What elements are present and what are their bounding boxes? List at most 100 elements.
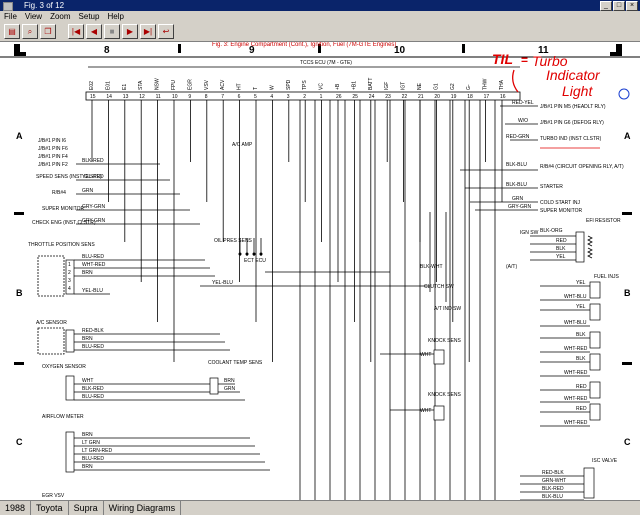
window-titlebar: Fig. 3 of 12 _ □ × — [0, 0, 640, 11]
wire-grn-3: GRN — [512, 196, 524, 202]
ecu-pin-number: 8 — [205, 94, 208, 100]
airflow-meter-label: AIRFLOW METER — [42, 414, 84, 420]
minimize-button[interactable]: _ — [600, 1, 612, 11]
wire-gry-grn-2: GRY-GRN — [82, 218, 105, 224]
wire-blk-2: BLK — [576, 332, 586, 338]
ecu-pin-names: E02 E01 E1 STA NSW FPU EGR VSV ACV HT T W SPD TPS VC +B… — [89, 78, 505, 90]
wire-wht-red-1: WHT-RED — [82, 262, 106, 268]
exit-icon[interactable]: ↩ — [158, 24, 174, 39]
ecu-pin-number: 4 — [270, 94, 273, 100]
ect-ecu-label: ECT ECU — [244, 258, 266, 264]
zoom-icon[interactable]: ⌕ — [22, 24, 38, 39]
ecu-pin-number: 23 — [385, 94, 391, 100]
ecu-pin-number: 13 — [123, 94, 129, 100]
wire-brn-5: BRN — [224, 378, 235, 384]
ecu-pin-name: E1 — [122, 84, 128, 90]
ecu-pin-name: NE — [417, 82, 423, 90]
jb1-pin-i6: J/B#1 PIN I6 — [38, 138, 66, 144]
ecu-pin-number: 24 — [369, 94, 375, 100]
menu-view[interactable]: View — [21, 11, 46, 22]
wire-blk-blu-1: BLK-BLU — [506, 162, 527, 168]
wire-blk-wht: BLK-WHT — [420, 264, 443, 270]
jb1-pin-g6: J/B#1 PIN G6 (DEFOG RLY) — [540, 120, 604, 126]
ecu-pin-number: 20 — [434, 94, 440, 100]
svg-text:2: 2 — [68, 270, 71, 276]
row-a-right: A — [624, 131, 631, 141]
next-page-icon[interactable]: ▶ — [122, 24, 138, 39]
ecu-pin-number: 14 — [106, 94, 112, 100]
ecu-pin-name: T — [253, 87, 259, 90]
til-text: TIL — [492, 51, 513, 67]
close-button[interactable]: × — [626, 1, 638, 11]
svg-text:1: 1 — [68, 262, 71, 268]
wire-wht-2: WHT — [420, 352, 431, 358]
throttle-sensor-label: THROTTLE POSITION SENS — [28, 242, 95, 248]
last-page-icon[interactable]: ▶| — [140, 24, 156, 39]
wire-red-2: RED — [576, 384, 587, 390]
wire-yel-red: YEL-RED — [82, 174, 104, 180]
ecu-pin-name: THA — [499, 79, 505, 90]
wire-brn-1: BRN — [82, 270, 93, 276]
at-ind-sw-label: A/T IND SW — [434, 306, 461, 312]
wire-yel-3: YEL — [576, 304, 586, 310]
column-8: 8 — [104, 45, 110, 56]
wire-brn-3: BRN — [82, 432, 93, 438]
menu-help[interactable]: Help — [103, 11, 127, 22]
wiring-diagram: 8 9 10 11 Fig. 3: Engine Compartment (Co… — [0, 42, 640, 501]
fuel-injs-label: FUEL INJS — [594, 274, 619, 280]
figure-title: Fig. 3: Engine Compartment (Cont.), Igni… — [212, 42, 396, 48]
wire-yel-blu-1: YEL-BLU — [82, 288, 103, 294]
wire-wht-red-3: WHT-RED — [564, 370, 588, 376]
wire-brn-4: BRN — [82, 464, 93, 470]
ecu-pin-number: 22 — [402, 94, 408, 100]
row-b-left: B — [16, 288, 23, 298]
wire-yel-2: YEL — [576, 280, 586, 286]
super-monitor-left: SUPER MONITOR — [42, 206, 85, 212]
prev-page-icon[interactable]: ◀ — [86, 24, 102, 39]
ecu-pin-number: 25 — [352, 94, 358, 100]
ecu-pin-name: ACV — [220, 79, 226, 90]
menu-zoom[interactable]: Zoom — [46, 11, 74, 22]
egr-vsv-label: EGR VSV — [42, 493, 65, 499]
jb1-pin-f6: J/B#1 PIN F6 — [38, 146, 68, 152]
ecu-pin-name: TPS — [302, 80, 308, 90]
copy-icon[interactable]: ❐ — [40, 24, 56, 39]
ac-sensor-label: A/C SENSOR — [36, 320, 67, 326]
cold-start-label: COLD START INJ — [540, 200, 581, 206]
ecu-pin-number: 26 — [336, 94, 342, 100]
rb4-circuit-label: R/B#4 (CIRCUIT OPENING RLY, A/T) — [540, 164, 624, 170]
ecu-pin-number: 12 — [139, 94, 145, 100]
wire-wht-red-2: WHT-RED — [564, 346, 588, 352]
til-line3: Light — [562, 83, 593, 99]
wire-w-o: W/O — [518, 118, 528, 124]
clutch-sw-label: CLUTCH SW — [424, 284, 454, 290]
maximize-button[interactable]: □ — [613, 1, 625, 11]
ign-sw-label: IGN SW — [520, 230, 539, 236]
ecu-pin-name: G2 — [450, 83, 456, 90]
ecu-pin-name: NSW — [155, 78, 161, 90]
first-page-icon[interactable]: |◀ — [68, 24, 84, 39]
status-model: Supra — [69, 501, 104, 515]
knock-sens-1: KNOCK SENS — [428, 338, 461, 344]
til-equals: = — [521, 53, 528, 67]
print-icon[interactable]: ▤ — [4, 24, 20, 39]
ecu-pin-number: 1 — [320, 94, 323, 100]
wire-blu-red-3: BLU-RED — [82, 394, 104, 400]
efi-resistor-label: EFI RESISTOR — [586, 218, 621, 224]
wire-yel-1: YEL — [556, 254, 566, 260]
menu-file[interactable]: File — [0, 11, 21, 22]
knock-sens-2: KNOCK SENS — [428, 392, 461, 398]
wire-wht-3: WHT — [420, 408, 431, 414]
ecu-pin-name: FPU — [171, 80, 177, 90]
window-controls: _ □ × — [600, 1, 638, 11]
ecu-pin-number: 11 — [156, 94, 161, 100]
ecu-pin-name: BATT — [368, 78, 374, 90]
stop-icon[interactable]: ■ — [104, 24, 120, 39]
wire-lt-grn: LT GRN — [82, 440, 100, 446]
wire-red-1: RED — [556, 238, 567, 244]
ecu-pin-number: 17 — [484, 94, 490, 100]
ecu-pin-number: 18 — [467, 94, 473, 100]
menu-setup[interactable]: Setup — [75, 11, 104, 22]
wire-blk-3: BLK — [576, 356, 586, 362]
menu-bar: File View Zoom Setup Help — [0, 11, 640, 22]
